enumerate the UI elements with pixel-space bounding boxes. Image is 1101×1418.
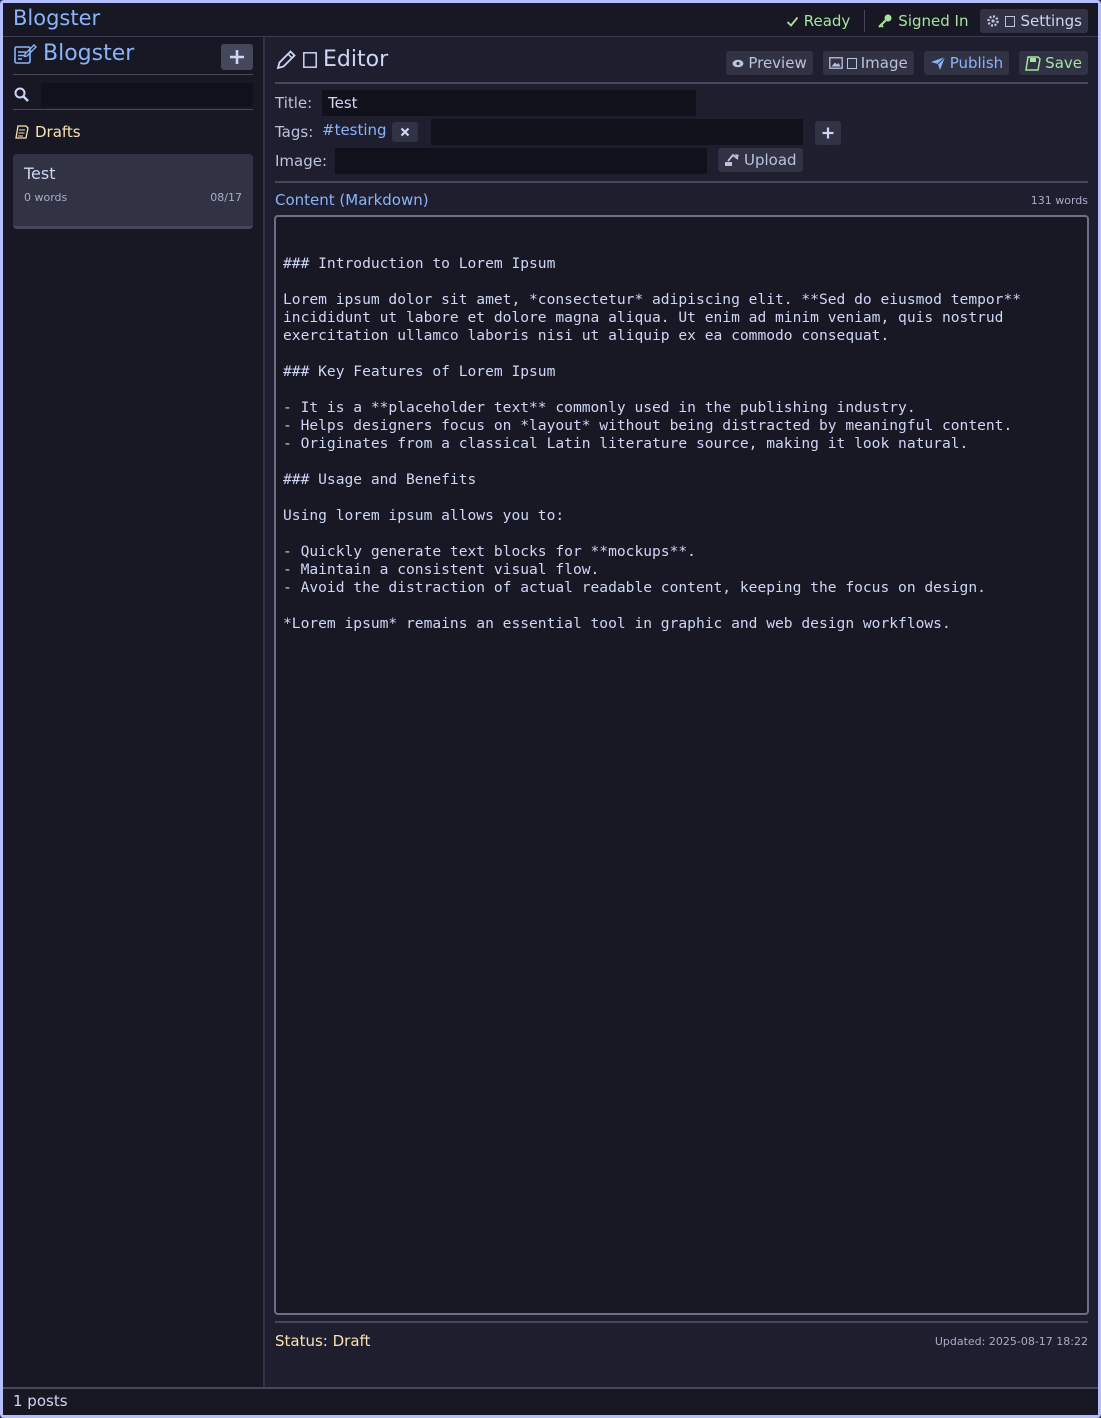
image-field-row: Image: Upload: [275, 148, 975, 174]
updated-timestamp: Updated: 2025-08-17 18:22: [934, 1335, 1088, 1348]
editor-panel: Editor Preview Image Publish Save Title:…: [265, 37, 1098, 1387]
markdown-editor[interactable]: ### Introduction to Lorem Ipsum Lorem ip…: [274, 215, 1089, 1315]
memo-icon: [13, 43, 37, 65]
add-tag-button[interactable]: [815, 121, 841, 145]
post-date: 08/17: [210, 191, 242, 204]
publish-label: Publish: [949, 54, 1004, 72]
markdown-content[interactable]: ### Introduction to Lorem Ipsum Lorem ip…: [283, 255, 1079, 633]
airplane-icon: [930, 55, 946, 71]
add-post-button[interactable]: [221, 44, 253, 70]
upload-icon: [724, 153, 740, 167]
tags-label: Tags:: [275, 123, 314, 141]
content-label: Content (Markdown): [275, 191, 429, 209]
close-icon: [400, 127, 410, 137]
status-indicator: Ready: [778, 12, 859, 30]
pencil-icon: [275, 49, 297, 71]
key-icon: [877, 13, 893, 29]
image-label: Image: [860, 54, 908, 72]
divider: [275, 181, 1088, 183]
floppy-disk-icon: [1025, 55, 1041, 71]
settings-label: Settings: [1020, 12, 1082, 30]
word-count: 131 words: [1030, 194, 1088, 207]
plus-icon: [822, 127, 834, 139]
editor-heading: Editor: [275, 47, 388, 72]
preview-label: Preview: [748, 54, 807, 72]
auth-status[interactable]: Signed In: [871, 12, 974, 30]
sidebar-brand-label: Blogster: [43, 41, 135, 66]
missing-glyph-icon: [303, 51, 317, 68]
missing-glyph-icon: [1005, 15, 1016, 27]
upload-button[interactable]: Upload: [718, 148, 803, 172]
post-count: 1 posts: [13, 1392, 68, 1410]
tag-chip[interactable]: #testing: [322, 121, 387, 139]
post-word-count: 0 words: [24, 191, 68, 204]
sidebar: Blogster Drafts Test 0 words 08/17: [3, 37, 265, 1387]
post-title: Test: [24, 164, 56, 183]
remove-tag-button[interactable]: [392, 122, 418, 142]
divider: [275, 1321, 1088, 1323]
image-url-input[interactable]: [335, 148, 707, 174]
save-label: Save: [1045, 54, 1082, 72]
title-label: Title:: [275, 94, 313, 112]
search-row: [13, 82, 253, 110]
top-bar: Blogster Ready Signed In Settings: [3, 3, 1098, 37]
upload-label: Upload: [744, 151, 797, 169]
plus-icon: [229, 49, 245, 65]
post-status: Status: Draft: [275, 1332, 371, 1350]
tags-field-row: Tags: #testing: [275, 119, 975, 145]
status-label: Ready: [803, 12, 851, 30]
save-button[interactable]: Save: [1019, 51, 1088, 75]
title-input[interactable]: Test: [322, 90, 696, 116]
app-title: Blogster: [13, 6, 101, 30]
editor-heading-label: Editor: [323, 47, 389, 72]
missing-glyph-icon: [846, 57, 857, 69]
publish-button[interactable]: Publish: [923, 51, 1010, 75]
divider: [864, 10, 866, 32]
auth-label: Signed In: [898, 12, 969, 30]
editor-toolbar: Preview Image Publish Save: [726, 51, 1088, 75]
editor-header: Editor Preview Image Publish Save: [275, 37, 1088, 84]
checkmark-icon: [786, 15, 799, 28]
app-window: Blogster Ready Signed In Settings Blogst…: [0, 0, 1101, 1418]
picture-icon: [828, 57, 843, 69]
image-field-label: Image:: [275, 152, 328, 170]
top-bar-status-area: Ready Signed In Settings: [778, 9, 1088, 33]
tag-input[interactable]: [431, 119, 803, 145]
eye-icon: [732, 59, 744, 68]
sidebar-brand: Blogster: [13, 41, 134, 66]
settings-button[interactable]: Settings: [980, 9, 1088, 33]
status-bar: 1 posts: [3, 1387, 1098, 1415]
preview-button[interactable]: Preview: [726, 51, 813, 75]
gear-icon: [986, 14, 1000, 28]
sidebar-header: Blogster: [13, 39, 253, 75]
post-list-item[interactable]: Test 0 words 08/17: [13, 154, 253, 229]
notes-icon: [15, 125, 29, 139]
insert-image-button[interactable]: Image: [822, 51, 914, 75]
drafts-section-label[interactable]: Drafts: [15, 123, 81, 141]
title-field-row: Title: Test: [275, 90, 975, 116]
search-icon: [13, 86, 31, 104]
drafts-label-text: Drafts: [35, 123, 81, 141]
search-input[interactable]: [41, 83, 253, 107]
